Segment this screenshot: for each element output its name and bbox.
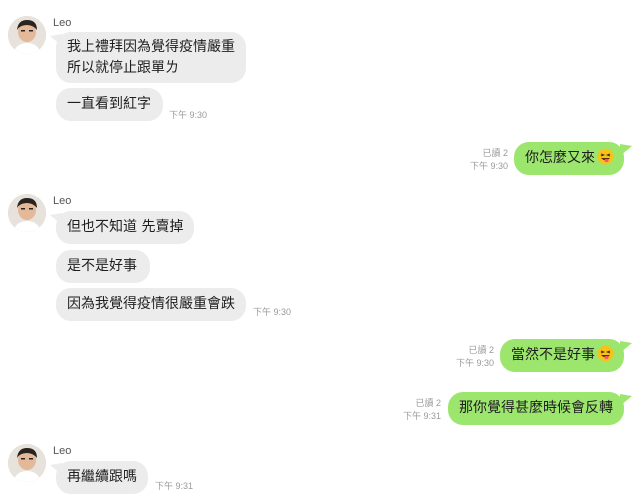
message-bubble[interactable]: 你怎麼又來: [514, 142, 624, 175]
message-time: 下午 9:31: [155, 481, 194, 491]
sender-name: Leo: [53, 445, 72, 457]
sender-name: Leo: [53, 17, 72, 29]
message-bubble[interactable]: 再繼續跟嗎: [56, 461, 148, 494]
message-time: 下午 9:30: [169, 110, 208, 120]
read-receipt: 已讀 2: [468, 345, 494, 355]
message-bubble[interactable]: 當然不是好事: [500, 339, 624, 372]
grinning-face-with-tongue-icon: [597, 148, 614, 165]
message-bubble[interactable]: 我上禮拜因為覺得疫情嚴重 所以就停止跟單ㄌ: [56, 32, 246, 83]
message-text: 是不是好事: [67, 258, 137, 274]
message-text: 你怎麼又來: [525, 150, 595, 166]
grinning-face-with-tongue-icon: [597, 345, 614, 362]
message-text: 再繼續跟嗎: [67, 469, 137, 485]
read-receipt: 已讀 2: [482, 148, 508, 158]
message-bubble[interactable]: 那你覺得甚麼時候會反轉: [448, 392, 624, 425]
sender-name: Leo: [53, 195, 72, 207]
sender-avatar[interactable]: [8, 194, 46, 232]
message-text: 因為我覺得疫情很嚴重會跌: [67, 296, 235, 312]
message-text-line: 我上禮拜因為覺得疫情嚴重: [67, 39, 235, 55]
message-text-line: 所以就停止跟單ㄌ: [67, 60, 179, 76]
message-text: 但也不知道 先賣掉: [67, 219, 184, 235]
user-photo-icon: [8, 16, 46, 54]
bubble-tail: [620, 341, 632, 353]
bubble-tail: [620, 144, 632, 156]
bubble-tail: [620, 394, 632, 406]
sender-avatar[interactable]: [8, 16, 46, 54]
message-bubble[interactable]: 一直看到紅字: [56, 88, 163, 121]
user-photo-icon: [8, 444, 46, 482]
message-text: 那你覺得甚麼時候會反轉: [459, 400, 613, 416]
message-time: 下午 9:30: [455, 358, 494, 368]
message-bubble[interactable]: 是不是好事: [56, 250, 150, 283]
message-text: 一直看到紅字: [67, 96, 151, 112]
message-time: 下午 9:30: [253, 307, 292, 317]
read-receipt: 已讀 2: [415, 398, 441, 408]
sender-avatar[interactable]: [8, 444, 46, 482]
message-bubble[interactable]: 因為我覺得疫情很嚴重會跌: [56, 288, 246, 321]
message-time: 下午 9:30: [469, 161, 508, 171]
message-text: 當然不是好事: [511, 347, 595, 363]
message-bubble[interactable]: 但也不知道 先賣掉: [56, 211, 194, 244]
user-photo-icon: [8, 194, 46, 232]
message-time: 下午 9:31: [402, 411, 441, 421]
